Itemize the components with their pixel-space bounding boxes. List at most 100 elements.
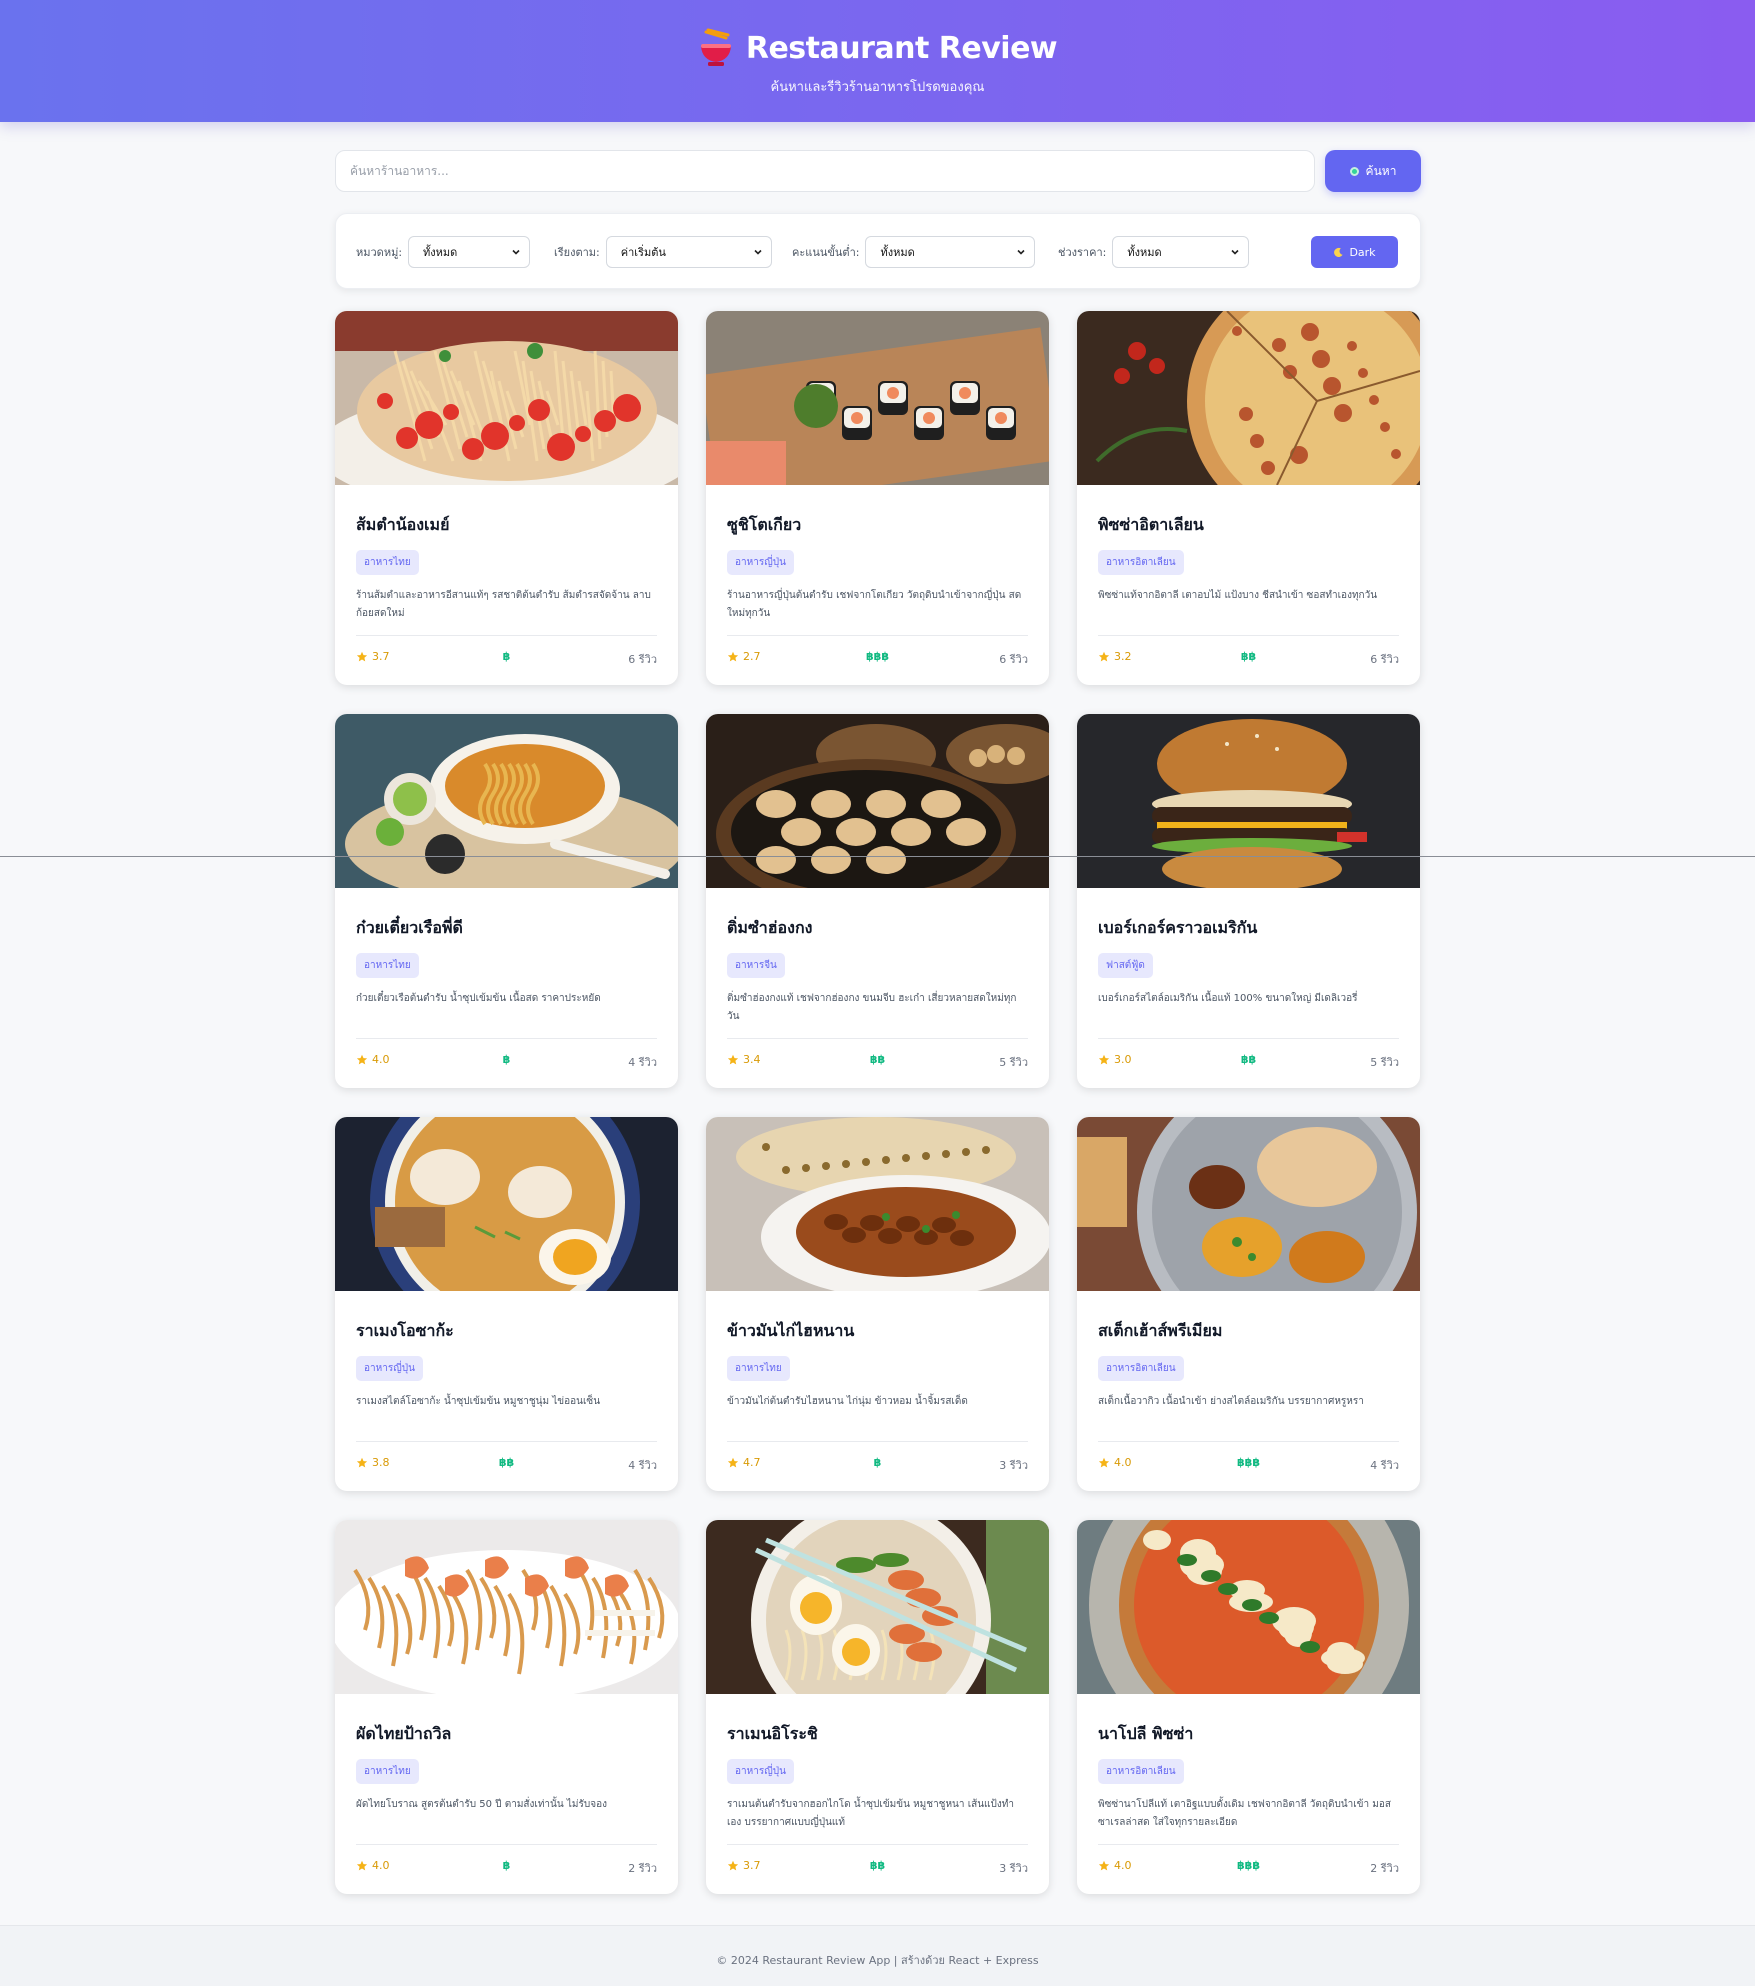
restaurant-name: เบอร์เกอร์คราวอเมริกัน (1098, 918, 1258, 937)
review-count: 3 รีวิว (999, 1862, 1028, 1875)
category-select[interactable]: ทั้งหมด (408, 236, 531, 268)
rating-value: 4.0 (372, 1053, 390, 1066)
restaurant-card[interactable]: ราเมนอิโระชิ อาหารญี่ปุ่น ราเมนต้นตำรับจาก… (706, 1520, 1049, 1894)
search-button[interactable]: ค้นหา (1325, 150, 1421, 192)
app-title: Restaurant Review (745, 30, 1058, 66)
page-footer: © 2024 Restaurant Review App | สร้างด้วย… (0, 1925, 1755, 1986)
category-filter: หมวดหมู่: ทั้งหมด (356, 236, 531, 268)
moon-icon (1334, 247, 1344, 257)
card-body: นาโปลี พิซซ่า อาหารอิตาเลียน พิซซ่านาโปลีแ… (1098, 1694, 1399, 1834)
restaurant-card[interactable]: ก๋วยเตี๋ยวเรือพี่ดี อาหารไทย ก๋วยเตี๋ยวเรื… (335, 714, 678, 1088)
chevron-down-icon (1017, 249, 1026, 255)
dark-mode-label: Dark (1349, 245, 1376, 259)
rating-value: 4.0 (372, 1859, 390, 1872)
rating-value: 3.7 (743, 1859, 761, 1872)
price-level: ฿฿ (498, 1456, 515, 1469)
restaurant-card[interactable]: ส้มตำน้องเมย์ อาหารไทย ร้านส้มตำและอาหารอี… (335, 311, 678, 685)
category-badge: อาหารญี่ปุ่น (356, 1356, 423, 1381)
restaurant-photo (706, 1117, 1049, 1291)
card-body: ราเมนอิโระชิ อาหารญี่ปุ่น ราเมนต้นตำรับจาก… (727, 1694, 1028, 1834)
review-count: 6 รีวิว (628, 653, 657, 666)
star-icon (1098, 1054, 1110, 1064)
restaurant-description: ก๋วยเตี๋ยวเรือต้นตำรับ น้ำซุปเข้มข้น เนื… (356, 993, 601, 1004)
dark-mode-toggle[interactable]: Dark (1311, 236, 1398, 268)
restaurant-name: ราเมนอิโระชิ (727, 1724, 818, 1743)
chevron-down-icon (512, 249, 520, 255)
search-icon (1349, 166, 1359, 176)
restaurant-description: ร้านอาหารญี่ปุ่นต้นตำรับ เชฟจากโตเกียว ว… (727, 590, 1022, 619)
rating: 2.7 (727, 650, 761, 663)
noodle-bowl-icon (700, 28, 731, 66)
app-subtitle: ค้นหาและรีวิวร้านอาหารโปรดของคุณ (770, 80, 985, 95)
restaurant-name: ส้มตำน้องเมย์ (356, 515, 450, 534)
min-rating-select[interactable]: ทั้งหมด (865, 236, 1036, 268)
card-body: ผัดไทยป้าถวิล อาหารไทย ผัดไทยโบราณ สูตรต้น… (356, 1694, 657, 1834)
restaurant-photo (1077, 1117, 1420, 1291)
review-count: 5 รีวิว (999, 1056, 1028, 1069)
restaurant-name: ราเมงโอซาก้ะ (356, 1321, 454, 1340)
restaurant-description: ราเมนต้นตำรับจากฮอกไกโด น้ำซุปเข้มข้น หม… (727, 1799, 1014, 1828)
star-icon (727, 651, 739, 661)
card-footer: 4.0 ฿ 2 รีวิว (356, 1844, 657, 1875)
restaurant-card[interactable]: สเต็กเฮ้าส์พรีเมียม อาหารอิตาเลียน สเต็กเน… (1077, 1117, 1420, 1491)
card-body: ซูชิโตเกียว อาหารญี่ปุ่น ร้านอาหารญี่ปุ่นต… (727, 485, 1028, 625)
restaurant-card[interactable]: ข้าวมันไก่ไฮหนาน อาหารไทย ข้าวมันไก่ต้นตำร… (706, 1117, 1049, 1491)
rating: 3.8 (356, 1456, 390, 1469)
category-filter-label: หมวดหมู่: (356, 246, 403, 259)
sort-select[interactable]: ค่าเริ่มต้น (605, 236, 772, 268)
review-count: 2 รีวิว (628, 1862, 657, 1875)
card-footer: 3.0 ฿฿ 5 รีวิว (1098, 1038, 1399, 1069)
review-count: 6 รีวิว (999, 653, 1028, 666)
rating: 4.7 (727, 1456, 761, 1469)
category-badge: อาหารไทย (356, 953, 419, 978)
restaurant-card[interactable]: นาโปลี พิซซ่า อาหารอิตาเลียน พิซซ่านาโปลีแ… (1077, 1520, 1420, 1894)
card-footer: 3.2 ฿฿ 6 รีวิว (1098, 635, 1399, 666)
price-range-filter-label: ช่วงราคา: (1058, 246, 1107, 259)
restaurant-card[interactable]: เบอร์เกอร์คราวอเมริกัน ฟาสต์ฟู้ด เบอร์เกอร… (1077, 714, 1420, 1088)
sort-filter-label: เรียงตาม: (554, 246, 600, 259)
restaurant-name: ข้าวมันไก่ไฮหนาน (727, 1321, 855, 1340)
restaurant-photo (706, 311, 1049, 485)
rating: 4.0 (356, 1859, 390, 1872)
restaurant-card[interactable]: ซูชิโตเกียว อาหารญี่ปุ่น ร้านอาหารญี่ปุ่นต… (706, 311, 1049, 685)
card-body: สเต็กเฮ้าส์พรีเมียม อาหารอิตาเลียน สเต็กเน… (1098, 1291, 1399, 1431)
category-badge: ฟาสต์ฟู้ด (1098, 953, 1153, 978)
restaurant-card[interactable]: พิซซ่าอิตาเลียน อาหารอิตาเลียน พิซซ่าแท้จา… (1077, 311, 1420, 685)
card-body: ข้าวมันไก่ไฮหนาน อาหารไทย ข้าวมันไก่ต้นตำร… (727, 1291, 1028, 1431)
restaurant-description: ร้านส้มตำและอาหารอีสานแท้ๆ รสชาติต้นตำรั… (356, 590, 651, 619)
card-footer: 2.7 ฿฿฿ 6 รีวิว (727, 635, 1028, 666)
price-level: ฿ (873, 1456, 882, 1469)
rating: 3.0 (1098, 1053, 1132, 1066)
restaurant-name: ซูชิโตเกียว (727, 515, 802, 534)
card-footer: 3.4 ฿฿ 5 รีวิว (727, 1038, 1028, 1069)
card-body: ติ่มซำฮ่องกง อาหารจีน ติ่มซำฮ่องกงแท้ เชฟจ… (727, 888, 1028, 1028)
app-header: Restaurant Review ค้นหาและรีวิวร้านอาหาร… (0, 0, 1755, 122)
rating-value: 3.0 (1114, 1053, 1132, 1066)
review-count: 4 รีวิว (628, 1459, 657, 1472)
rating: 4.0 (1098, 1859, 1132, 1872)
card-body: ราเมงโอซาก้ะ อาหารญี่ปุ่น ราเมงสไตล์โอซาก้… (356, 1291, 657, 1431)
search-input[interactable] (335, 150, 1315, 192)
star-icon (356, 1860, 368, 1870)
card-body: เบอร์เกอร์คราวอเมริกัน ฟาสต์ฟู้ด เบอร์เกอร… (1098, 888, 1399, 1028)
rating-value: 4.7 (743, 1456, 761, 1469)
restaurant-description: ผัดไทยโบราณ สูตรต้นตำรับ 50 ปี ตามสั่งเท… (356, 1799, 607, 1810)
restaurant-photo (1077, 714, 1420, 888)
category-badge: อาหารอิตาเลียน (1098, 550, 1184, 575)
restaurant-name: พิซซ่าอิตาเลียน (1098, 515, 1204, 534)
divider-line (0, 856, 1755, 857)
sort-filter: เรียงตาม: ค่าเริ่มต้น (554, 236, 772, 268)
restaurant-photo (1077, 1520, 1420, 1694)
restaurant-card[interactable]: ผัดไทยป้าถวิล อาหารไทย ผัดไทยโบราณ สูตรต้น… (335, 1520, 678, 1894)
rating: 3.2 (1098, 650, 1132, 663)
restaurant-description: ติ่มซำฮ่องกงแท้ เชฟจากฮ่องกง ขนมจีบ ฮะเก… (727, 993, 1017, 1022)
price-level: ฿฿฿ (866, 650, 889, 663)
restaurant-card[interactable]: ติ่มซำฮ่องกง อาหารจีน ติ่มซำฮ่องกงแท้ เชฟจ… (706, 714, 1049, 1088)
rating-value: 3.7 (372, 650, 390, 663)
restaurant-name: นาโปลี พิซซ่า (1098, 1724, 1194, 1743)
rating-value: 4.0 (1114, 1456, 1132, 1469)
price-range-select[interactable]: ทั้งหมด (1112, 236, 1250, 268)
card-footer: 4.0 ฿ 4 รีวิว (356, 1038, 657, 1069)
card-body: พิซซ่าอิตาเลียน อาหารอิตาเลียน พิซซ่าแท้จา… (1098, 485, 1399, 625)
restaurant-card[interactable]: ราเมงโอซาก้ะ อาหารญี่ปุ่น ราเมงสไตล์โอซาก้… (335, 1117, 678, 1491)
